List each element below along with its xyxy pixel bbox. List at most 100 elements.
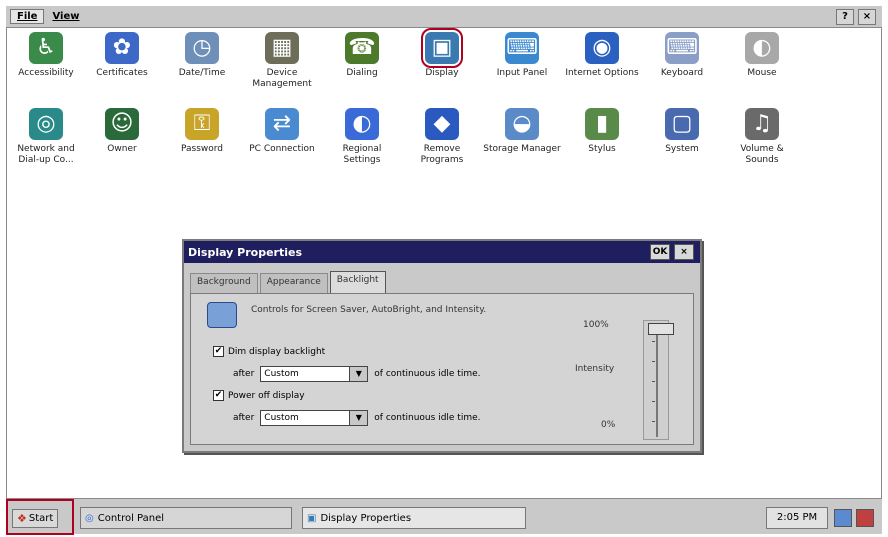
taskbar-control-panel-label: Control Panel: [97, 512, 165, 524]
icon-label: Mouse: [747, 68, 777, 78]
slider-min-label: 0%: [601, 420, 616, 430]
icon-label: Display: [425, 68, 459, 78]
accessibility-icon: ♿: [29, 32, 63, 64]
owner-icon: ☺: [105, 108, 139, 140]
display-properties-icon: ▣: [307, 512, 317, 524]
menu-file[interactable]: File: [10, 9, 45, 24]
taskbar-control-panel[interactable]: ◎ Control Panel: [80, 507, 292, 529]
icon-label: Password: [180, 144, 224, 154]
start-label: Start: [28, 512, 54, 524]
backlight-panel: Controls for Screen Saver, AutoBright, a…: [190, 293, 694, 445]
slider-tick: [652, 401, 655, 402]
menu-view[interactable]: View: [46, 10, 85, 23]
control-panel-icon-internet-options[interactable]: ◉ Internet Options: [563, 32, 641, 79]
power-timeout-value: Custom: [260, 410, 351, 426]
remove-programs-icon: ◆: [425, 108, 459, 140]
tab-background[interactable]: Background: [190, 273, 258, 293]
dialing-icon: ☎: [345, 32, 379, 64]
dialog-tabs: Background Appearance Backlight: [190, 271, 388, 293]
dialog-close-button[interactable]: ×: [674, 244, 694, 260]
control-panel-icon-pc-connection[interactable]: ⇄ PC Connection: [243, 108, 321, 155]
dim-backlight-row: ✔ Dim display backlight: [213, 346, 325, 357]
backlight-description: Controls for Screen Saver, AutoBright, a…: [251, 305, 487, 315]
storage-manager-icon: ◒: [505, 108, 539, 140]
control-panel-icon-dialing[interactable]: ☎ Dialing: [323, 32, 401, 79]
chevron-down-icon[interactable]: ▼: [350, 410, 369, 426]
control-panel-icon-accessibility[interactable]: ♿ Accessibility: [7, 32, 85, 79]
volume-sounds-icon: ♫: [745, 108, 779, 140]
dim-after-row: after Custom ▼ of continuous idle time.: [233, 366, 481, 382]
power-timeout-select[interactable]: Custom ▼: [260, 410, 369, 426]
power-off-checkbox[interactable]: ✔: [213, 390, 224, 401]
dim-timeout-select[interactable]: Custom ▼: [260, 366, 369, 382]
control-panel-icon-network-and-dial-up-co[interactable]: ◎ Network and Dial-up Co...: [7, 108, 85, 166]
start-button[interactable]: ❖ Start: [6, 499, 74, 535]
stylus-icon: ▮: [585, 108, 619, 140]
slider-tick: [652, 361, 655, 362]
control-panel-icon-remove-programs[interactable]: ◆ Remove Programs: [403, 108, 481, 166]
control-panel-icon-certificates[interactable]: ✿ Certificates: [83, 32, 161, 79]
control-panel-icon-device-management[interactable]: ▦ Device Management: [243, 32, 321, 90]
certificates-icon: ✿: [105, 32, 139, 64]
help-button[interactable]: ?: [836, 9, 854, 25]
slider-max-label: 100%: [583, 320, 609, 330]
icon-label: Stylus: [588, 144, 616, 154]
icon-label: Keyboard: [660, 68, 704, 78]
tab-appearance[interactable]: Appearance: [259, 273, 328, 293]
power-off-label: Power off display: [228, 390, 305, 401]
slider-thumb[interactable]: [648, 323, 674, 335]
keyboard-tray-icon[interactable]: [856, 509, 874, 527]
icon-label: Regional Settings: [342, 144, 382, 165]
icon-label: Owner: [107, 144, 137, 154]
power-off-row: ✔ Power off display: [213, 390, 305, 401]
display-icon: [207, 302, 237, 328]
control-panel-icon-regional-settings[interactable]: ◐ Regional Settings: [323, 108, 401, 166]
chevron-down-icon[interactable]: ▼: [350, 366, 369, 382]
password-icon: ⚿: [185, 108, 219, 140]
date-time-icon: ◷: [185, 32, 219, 64]
icon-label: Internet Options: [565, 68, 639, 78]
taskbar-display-properties[interactable]: ▣ Display Properties: [302, 507, 526, 529]
icon-label: Storage Manager: [483, 144, 561, 154]
internet-options-icon: ◉: [585, 32, 619, 64]
control-panel-icon-password[interactable]: ⚿ Password: [163, 108, 241, 155]
slider-tick: [652, 341, 655, 342]
input-panel-icon: ⌨: [505, 32, 539, 64]
control-panel-icon-display[interactable]: ▣ Display: [403, 28, 481, 79]
display-properties-dialog: Display Properties OK × Background Appea…: [182, 239, 702, 453]
close-button[interactable]: ×: [858, 9, 876, 25]
control-panel-icon-storage-manager[interactable]: ◒ Storage Manager: [483, 108, 561, 155]
slider-line: [656, 325, 658, 437]
dim-after-label: after: [233, 369, 255, 379]
display-icon: ▣: [421, 28, 463, 68]
control-panel-icon-stylus[interactable]: ▮ Stylus: [563, 108, 641, 155]
dialog-titlebar: Display Properties OK ×: [184, 241, 700, 263]
icon-label: PC Connection: [249, 144, 315, 154]
dim-backlight-checkbox[interactable]: ✔: [213, 346, 224, 357]
network-tray-icon[interactable]: [834, 509, 852, 527]
control-panel-icon-keyboard[interactable]: ⌨ Keyboard: [643, 32, 721, 79]
icon-label: Volume & Sounds: [740, 144, 784, 165]
control-panel-icon-mouse[interactable]: ◐ Mouse: [723, 32, 801, 79]
windows-logo-icon: ❖: [17, 511, 27, 525]
pc-connection-icon: ⇄: [265, 108, 299, 140]
power-suffix: of continuous idle time.: [374, 413, 481, 423]
control-panel-icon: ◎: [85, 512, 94, 524]
control-panel-icon-input-panel[interactable]: ⌨ Input Panel: [483, 32, 561, 79]
power-after-label: after: [233, 413, 255, 423]
mouse-icon: ◐: [745, 32, 779, 64]
icon-label: Network and Dial-up Co...: [17, 144, 75, 165]
control-panel-icon-date-time[interactable]: ◷ Date/Time: [163, 32, 241, 79]
dialog-ok-button[interactable]: OK: [650, 244, 670, 260]
icon-label: System: [665, 144, 699, 154]
intensity-slider[interactable]: [643, 320, 674, 440]
regional-settings-icon: ◐: [345, 108, 379, 140]
icon-label: Dialing: [346, 68, 378, 78]
control-panel-icon-owner[interactable]: ☺ Owner: [83, 108, 161, 155]
tab-backlight[interactable]: Backlight: [329, 271, 386, 293]
clock: 2:05 PM: [766, 507, 828, 529]
system-icon: ▢: [665, 108, 699, 140]
control-panel-icon-volume-sounds[interactable]: ♫ Volume & Sounds: [723, 108, 801, 166]
control-panel-icon-system[interactable]: ▢ System: [643, 108, 721, 155]
taskbar: ❖ Start ◎ Control Panel ▣ Display Proper…: [6, 498, 882, 535]
